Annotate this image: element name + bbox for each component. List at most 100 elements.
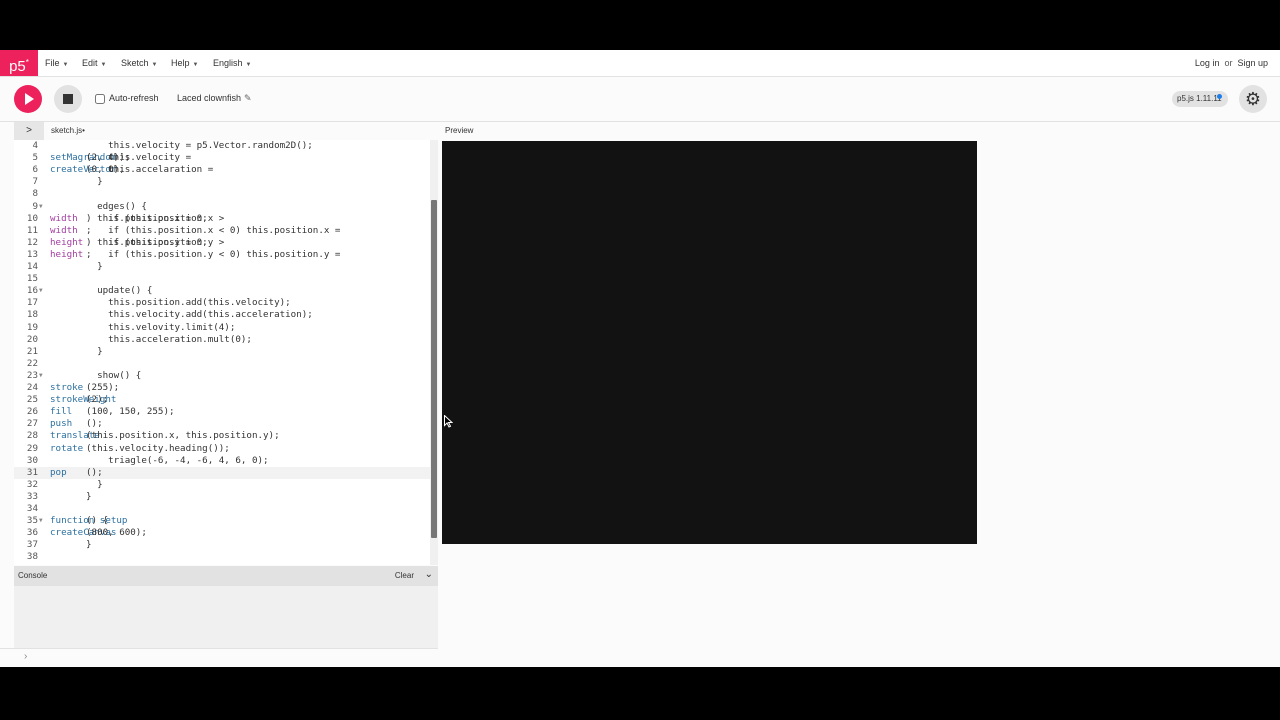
code-line[interactable]: 29 rotate (this.velocity.heading()); — [14, 443, 438, 455]
line-number: 29 — [26, 442, 38, 454]
preview-canvas[interactable] — [442, 141, 977, 544]
logo-asterisk: * — [25, 58, 29, 67]
code-text: strokeWeight (2); — [50, 394, 116, 406]
file-menu[interactable]: File ▼ — [45, 50, 68, 76]
file-menu-label: File — [45, 58, 60, 68]
code-token: this.velovity.limit(4); — [86, 321, 236, 333]
auto-refresh-checkbox[interactable] — [95, 94, 105, 104]
code-line[interactable]: 35 ▼ function setup() { — [14, 515, 438, 527]
line-number: 10 — [26, 212, 38, 224]
code-line[interactable]: 17 this.position.add(this.velocity); — [14, 297, 438, 309]
line-number: 7 — [32, 176, 38, 188]
code-line[interactable]: 13 if (this.position.y < 0) this.positio… — [14, 249, 438, 261]
code-token: ) this.position.x = 0; — [86, 212, 208, 224]
code-token: (this.velocity.heading()); — [86, 442, 230, 454]
code-token: pop — [50, 466, 67, 478]
code-line[interactable]: 24 stroke (255); — [14, 382, 438, 394]
settings-button[interactable]: ⚙ — [1239, 85, 1267, 113]
code-line[interactable]: 32 } — [14, 479, 438, 491]
collapse-console-icon[interactable]: ⌄ — [425, 569, 433, 580]
code-line[interactable]: 28 translate (this.position.x, this.posit… — [14, 430, 438, 442]
line-number: 32 — [26, 478, 38, 490]
code-token: (800, 600); — [86, 527, 147, 539]
code-line[interactable]: 37} — [14, 539, 438, 551]
logo-text: p5 — [9, 58, 26, 75]
play-button[interactable] — [14, 85, 42, 113]
code-line[interactable]: 18 this.velocity.add(this.acceleration); — [14, 309, 438, 321]
code-token: this.position.add(this.velocity); — [86, 297, 291, 309]
code-line[interactable]: 15 — [14, 273, 438, 285]
fold-arrow-icon[interactable]: ▼ — [39, 370, 43, 382]
language-menu[interactable]: English ▼ — [213, 50, 251, 76]
code-token: } — [86, 478, 103, 490]
code-line[interactable]: 27 push (); — [14, 418, 438, 430]
code-token: stroke — [50, 382, 84, 393]
file-tab[interactable]: sketch.js• — [51, 126, 85, 135]
code-token: } — [86, 261, 103, 272]
expand-sidebar-button[interactable]: > — [14, 122, 44, 140]
code-line[interactable]: 21 } — [14, 346, 438, 358]
code-line[interactable]: 22 — [14, 358, 438, 370]
p5-logo[interactable]: p5* — [0, 50, 38, 76]
login-link[interactable]: Log in — [1195, 58, 1220, 68]
fold-arrow-icon[interactable]: ▼ — [39, 564, 43, 566]
code-line[interactable]: 7 } — [14, 176, 438, 188]
code-token: ) this.position.y = 0; — [86, 236, 208, 248]
code-line[interactable]: 30 triagle(-6, -4, -6, 4, 6, 0); — [14, 455, 438, 467]
code-token: (2, 4)); — [86, 152, 131, 164]
code-line[interactable]: 5 this.velocity = setMag(random (2, 4)); — [14, 152, 438, 164]
code-line[interactable]: 11 if (this.position.x < 0) this.positio… — [14, 225, 438, 237]
code-line[interactable]: 14 } — [14, 261, 438, 273]
code-line[interactable]: 4 this.velocity = p5.Vector.random2D(); — [14, 140, 438, 152]
code-text: stroke (255); — [50, 382, 119, 394]
code-line[interactable]: 8 — [14, 188, 438, 200]
code-line[interactable]: 25 strokeWeight (2); — [14, 394, 438, 406]
code-line[interactable]: 38 — [14, 551, 438, 563]
code-line[interactable]: 9 ▼ edges() { — [14, 201, 438, 213]
code-line[interactable]: 31 pop (); — [14, 466, 438, 479]
fold-arrow-icon[interactable]: ▼ — [39, 515, 43, 527]
code-line[interactable]: 23 ▼ show() { — [14, 370, 438, 382]
clear-console-button[interactable]: Clear — [395, 571, 414, 580]
code-line[interactable]: 16 ▼ update() { — [14, 285, 438, 297]
code-token: show() { — [86, 369, 142, 381]
code-line[interactable]: 26 fill (100, 150, 255); — [14, 406, 438, 418]
code-line[interactable]: 10 if (this.position.x > width) this.pos… — [14, 213, 438, 225]
editor-header: > sketch.js• — [14, 122, 438, 140]
code-line[interactable]: 39▼ function draw() { — [14, 564, 438, 566]
version-badge[interactable]: p5.js 1.11.11 — [1172, 91, 1228, 107]
line-number: 8 — [32, 188, 38, 200]
code-text: if (this.position.x > width) this.positi… — [50, 213, 224, 225]
code-line[interactable]: 19 this.velovity.limit(4); — [14, 322, 438, 334]
console-input-bar[interactable]: › — [0, 648, 438, 667]
line-number: 37 — [26, 539, 38, 551]
sketch-menu[interactable]: Sketch ▼ — [121, 50, 157, 76]
code-line[interactable]: 12 if (this.position.y > height) this.po… — [14, 237, 438, 249]
console-header: Console Clear ⌄ — [14, 566, 438, 586]
fold-arrow-icon[interactable]: ▼ — [39, 285, 43, 297]
code-token: width — [50, 224, 78, 236]
code-token: setMag — [50, 152, 84, 164]
code-token: triagle(-6, -4, -6, 4, 6, 0); — [86, 454, 269, 466]
fold-arrow-icon[interactable]: ▼ — [39, 201, 43, 213]
mouse-cursor-icon — [444, 415, 453, 428]
stop-button[interactable] — [54, 85, 82, 113]
code-text: if (this.position.y > height) this.posit… — [50, 237, 224, 249]
code-token: rotate — [50, 442, 84, 454]
code-line[interactable]: 6 this.accelaration = createVector (0, 0)… — [14, 164, 438, 176]
code-text: createCanvas (800, 600); — [50, 527, 147, 539]
code-line[interactable]: 34 — [14, 503, 438, 515]
help-menu[interactable]: Help ▼ — [171, 50, 198, 76]
code-editor[interactable]: 4 this.velocity = p5.Vector.random2D(); 5… — [14, 140, 438, 565]
pencil-icon: ✎ — [244, 93, 252, 103]
signup-link[interactable]: Sign up — [1237, 58, 1268, 68]
chevron-right-icon: > — [26, 125, 32, 136]
sketch-name-editable[interactable]: Laced clownfish ✎ — [177, 93, 252, 104]
code-text: fill (100, 150, 255); — [50, 406, 175, 418]
editor-scrollbar-thumb[interactable] — [431, 200, 437, 538]
code-line[interactable]: 20 this.acceleration.mult(0); — [14, 334, 438, 346]
code-line[interactable]: 33} — [14, 491, 438, 503]
edit-menu[interactable]: Edit ▼ — [82, 50, 106, 76]
code-line[interactable]: 36 createCanvas (800, 600); — [14, 527, 438, 539]
code-text: rotate (this.velocity.heading()); — [50, 442, 230, 455]
